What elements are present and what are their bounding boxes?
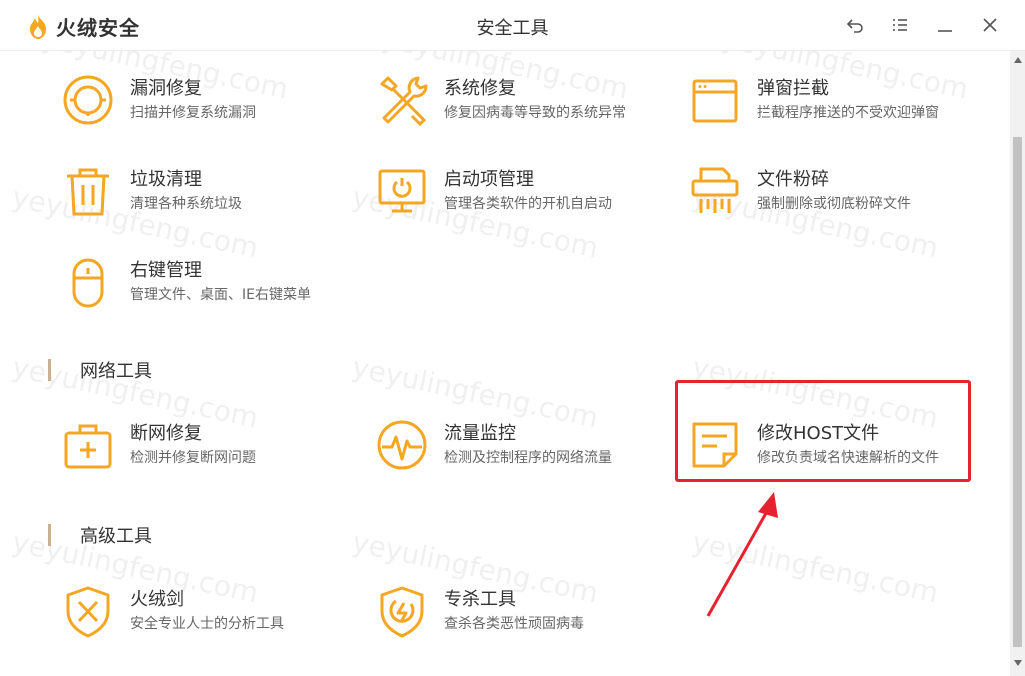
monitor-power-icon [378, 169, 426, 213]
tool-name: 系统修复 [444, 78, 516, 99]
highlight-box [675, 380, 971, 482]
tool-desc: 检测及控制程序的网络流量 [444, 450, 612, 466]
section-marker [48, 524, 51, 546]
list-menu-icon [893, 19, 907, 31]
scroll-down-icon[interactable] [1014, 660, 1022, 666]
tool-traffic-monitor[interactable]: 流量监控 检测及控制程序的网络流量 [376, 419, 666, 479]
tool-file-shredder[interactable]: 文件粉碎 强制删除或彻底粉碎文件 [689, 165, 979, 225]
tool-name: 垃圾清理 [130, 169, 202, 190]
tool-name: 文件粉碎 [757, 169, 829, 190]
annotation-arrow-icon [706, 492, 778, 617]
minimize-icon [938, 30, 952, 32]
shield-bolt-icon [380, 586, 424, 638]
tool-name: 断网修复 [130, 423, 202, 444]
tool-name: 启动项管理 [444, 169, 534, 190]
section-title: 高级工具 [80, 526, 152, 547]
tool-desc: 查杀各类恶性顽固病毒 [444, 616, 584, 632]
tool-junk-cleanup[interactable]: 垃圾清理 清理各种系统垃圾 [62, 165, 352, 225]
tool-context-menu-manager[interactable]: 右键管理 管理文件、桌面、IE右键菜单 [62, 256, 352, 316]
pulse-gauge-icon [377, 420, 427, 470]
menu-button[interactable] [889, 14, 911, 36]
tool-network-repair[interactable]: 断网修复 检测并修复断网问题 [62, 419, 352, 479]
scroll-up-icon[interactable] [1014, 57, 1022, 63]
close-button[interactable] [979, 14, 1001, 36]
tool-desc: 安全专业人士的分析工具 [130, 616, 284, 632]
tool-desc: 管理各类软件的开机自启动 [444, 196, 612, 212]
tool-desc: 管理文件、桌面、IE右键菜单 [130, 287, 311, 303]
window-title: 安全工具 [476, 18, 549, 39]
tool-popup-blocker[interactable]: 弹窗拦截 拦截程序推送的不受欢迎弹窗 [689, 74, 979, 134]
tools-panel: yeyulingfeng.com yeyulingfeng.com yeyuli… [0, 51, 1010, 676]
tool-special-virus-killer[interactable]: 专杀工具 查杀各类恶性顽固病毒 [376, 585, 666, 645]
tool-desc: 检测并修复断网问题 [130, 450, 256, 466]
tool-name: 火绒剑 [130, 589, 184, 610]
section-title: 网络工具 [80, 361, 152, 382]
scroll-thumb[interactable] [1013, 137, 1022, 647]
shredder-icon [691, 167, 739, 213]
vulnerability-icon [63, 75, 113, 125]
title-bar: 火绒安全 安全工具 [0, 0, 1025, 51]
tool-name: 专杀工具 [444, 589, 516, 610]
mouse-icon [72, 258, 104, 308]
tool-desc: 拦截程序推送的不受欢迎弹窗 [757, 105, 939, 121]
close-icon [983, 18, 997, 32]
trash-icon [67, 168, 109, 216]
tool-name: 右键管理 [130, 260, 202, 281]
tool-system-repair[interactable]: 系统修复 修复因病毒等导致的系统异常 [376, 74, 666, 134]
tool-huorong-sword[interactable]: 火绒剑 安全专业人士的分析工具 [62, 585, 352, 645]
back-button[interactable] [844, 14, 866, 36]
tool-name: 漏洞修复 [130, 78, 202, 99]
tool-desc: 强制删除或彻底粉碎文件 [757, 196, 911, 212]
tools-icon [380, 76, 428, 127]
popup-window-icon [692, 79, 738, 123]
vertical-scrollbar[interactable] [1010, 51, 1025, 676]
back-arrow-icon [846, 19, 863, 33]
tool-vulnerability-repair[interactable]: 漏洞修复 扫描并修复系统漏洞 [62, 74, 352, 134]
section-marker [48, 359, 51, 381]
minimize-button[interactable] [934, 14, 956, 36]
first-aid-kit-icon [64, 424, 112, 469]
tool-name: 流量监控 [444, 423, 516, 444]
tool-desc: 清理各种系统垃圾 [130, 196, 242, 212]
crossed-swords-shield-icon [66, 586, 110, 638]
tool-desc: 修复因病毒等导致的系统异常 [444, 105, 626, 121]
tool-name: 弹窗拦截 [757, 78, 829, 99]
tool-desc: 扫描并修复系统漏洞 [130, 105, 256, 121]
tool-startup-manager[interactable]: 启动项管理 管理各类软件的开机自启动 [376, 165, 666, 225]
